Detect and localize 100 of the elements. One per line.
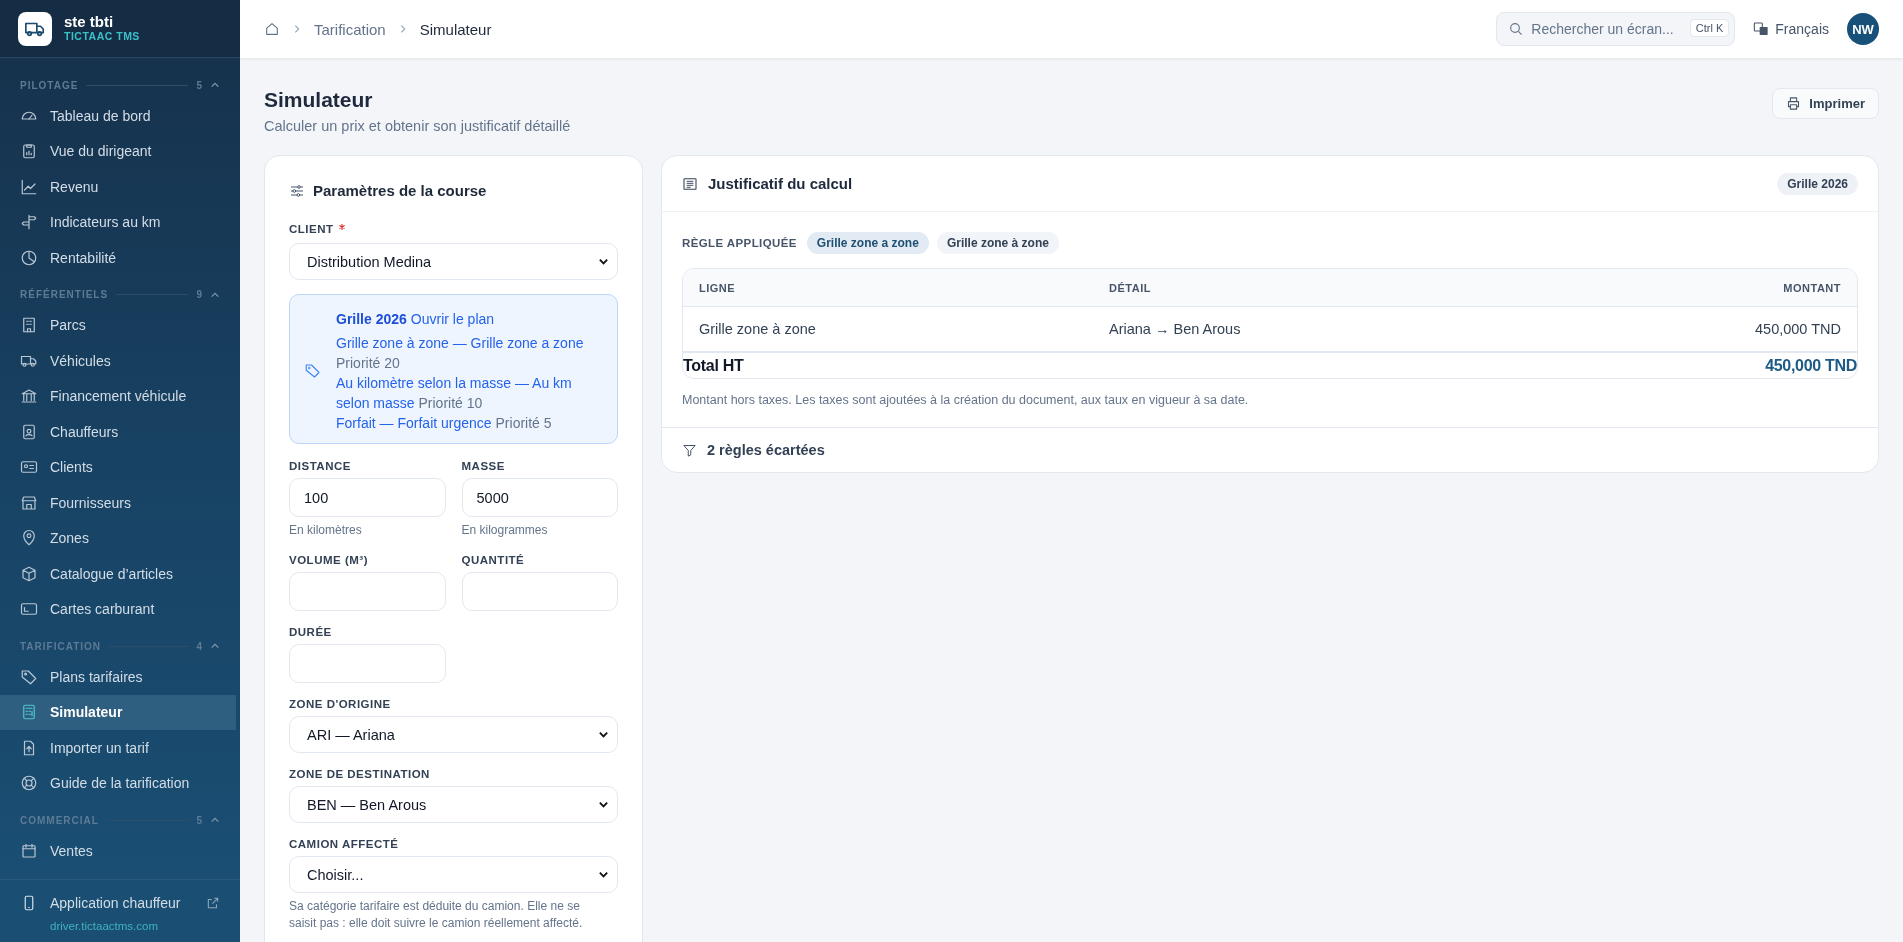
brand-name: ste tbti — [64, 14, 115, 31]
table-cell-text: Ariana → Ben Arous — [1108, 321, 1242, 337]
section-count: 4 — [196, 640, 202, 652]
field-hint: En kilomètres — [289, 522, 363, 539]
section-count: 5 — [196, 814, 202, 826]
section-count: 5 — [196, 79, 202, 91]
sidebar-item[interactable]: Indicateurs au km — [0, 204, 236, 240]
store-icon — [20, 493, 38, 512]
sidebar-item[interactable]: Vue du dirigeant — [0, 133, 236, 169]
client-select[interactable]: Distribution Medina — [289, 243, 618, 280]
printer-icon — [1786, 96, 1802, 111]
sidebar-item[interactable]: Rentabilité — [0, 240, 236, 276]
sidebar-item[interactable]: Chauffeurs — [0, 414, 236, 450]
total-label: Total HT — [683, 356, 745, 375]
external-link-icon — [206, 896, 220, 910]
dropdown-field[interactable]: ARI — Ariana — [289, 716, 618, 753]
field-hint: Sa catégorie tarifaire est déduite du camion. Elle ne se saisit pas : elle doit suivre le camion réellement affecté. — [289, 898, 584, 932]
sidebar-item[interactable]: Parcs — [0, 307, 236, 343]
field-label: DURÉE — [289, 626, 333, 638]
home-icon[interactable] — [264, 21, 280, 37]
pie-chart-icon — [20, 248, 38, 267]
brand-subtitle: TICTAAC TMS — [64, 30, 140, 43]
page-title: Simulateur — [264, 88, 374, 112]
sliders-icon — [289, 182, 305, 199]
sidebar-item[interactable]: Tableau de bord — [0, 98, 236, 134]
tags-icon — [304, 362, 322, 380]
open-plan-link[interactable]: Ouvrir le plan — [410, 309, 495, 329]
input-field[interactable]: 100 — [289, 478, 446, 517]
chevron-icon[interactable] — [210, 815, 220, 825]
chevron-icon[interactable] — [210, 80, 220, 90]
pricing-rule: Au kilomètre selon la masse — Au km selon masse Priorité 10 — [336, 374, 573, 413]
driver-app-url: driver.tictaactms.com — [49, 920, 159, 932]
sidebar-item[interactable]: Guide de la tarification — [0, 765, 236, 801]
language-menu[interactable]: Français — [1753, 21, 1829, 37]
sidebar-item[interactable]: Fournisseurs — [0, 485, 236, 521]
user-avatar[interactable]: NW — [1847, 13, 1879, 45]
sidebar-item[interactable]: Plans tarifaires — [0, 659, 236, 695]
field-hint: En kilogrammes — [461, 522, 549, 539]
page-subtitle: Calculer un prix et obtenir son justificatif détaillé — [264, 118, 571, 134]
box-icon — [20, 564, 38, 583]
chevron-down-icon — [598, 869, 609, 880]
input-field[interactable] — [289, 572, 446, 611]
shortcut-key: Ctrl K — [1689, 19, 1730, 37]
rule-tag: Grille zone à zone — [936, 232, 1059, 254]
field-label: CLIENT — [289, 223, 334, 235]
breadcrumb-link[interactable]: Simulateur — [419, 20, 492, 38]
field-label: MASSE — [461, 460, 506, 472]
input-field[interactable]: 5000 — [461, 478, 618, 517]
filter-icon — [682, 442, 697, 458]
dropdown-field[interactable]: BEN — Ben Arous — [289, 786, 618, 823]
sidebar-item[interactable]: Catalogue d’articles — [0, 556, 236, 592]
lifebuoy-icon — [20, 774, 38, 793]
chart-line-icon — [20, 177, 38, 196]
total-amount: 450,000 TND — [1764, 356, 1857, 375]
driver-app-link[interactable]: Application chauffeur — [20, 894, 220, 912]
dropdown-field[interactable]: Choisir... — [289, 856, 618, 893]
id-badge-icon — [20, 422, 38, 441]
sidebar-item[interactable]: Zones — [0, 520, 236, 556]
calendar-icon — [20, 841, 38, 860]
table-cell-text: Grille zone à zone — [698, 321, 817, 337]
applied-rule-label: RÈGLE APPLIQUÉE — [682, 237, 797, 249]
chevron-icon[interactable] — [210, 641, 220, 651]
plan-badge: Grille 2026 — [1777, 172, 1858, 195]
translate-icon — [1753, 21, 1770, 37]
input-field[interactable] — [289, 644, 446, 683]
field-label: VOLUME (M³) — [289, 554, 369, 566]
sidebar-item[interactable]: Simulateur — [0, 694, 236, 730]
section-title: TARIFICATION — [20, 640, 102, 652]
search-icon — [1508, 21, 1525, 37]
truck-logo-icon — [18, 11, 52, 46]
column-header: DÉTAIL — [1108, 281, 1152, 294]
sidebar-item[interactable]: Financement véhicule — [0, 378, 236, 414]
breadcrumb-link[interactable]: Tarification — [314, 20, 386, 38]
section-title: RÉFÉRENTIELS — [20, 289, 109, 300]
section-title: PILOTAGE — [20, 79, 79, 91]
column-header: MONTANT — [1782, 281, 1842, 294]
document-list-icon — [682, 175, 698, 192]
plan-name: Grille 2026 — [336, 310, 407, 329]
discarded-rules-toggle[interactable]: 2 règles écartées — [662, 427, 1878, 472]
calculator-icon — [20, 703, 38, 722]
section-title: COMMERCIAL — [20, 814, 99, 826]
sidebar-item[interactable]: Cartes carburant — [0, 591, 236, 627]
sidebar-item[interactable]: Ventes — [0, 833, 236, 869]
section-count: 9 — [196, 289, 202, 300]
location-pin-icon — [20, 529, 38, 548]
sidebar-item[interactable]: Revenu — [0, 169, 236, 205]
column-header: LIGNE — [698, 281, 737, 294]
sidebar-item[interactable]: Véhicules — [0, 343, 236, 379]
field-label: ZONE D'ORIGINE — [289, 698, 392, 710]
input-field[interactable] — [461, 572, 618, 611]
bank-icon — [20, 387, 38, 406]
sidebar-item[interactable]: Importer un tarif — [0, 730, 236, 766]
field-label: DISTANCE — [289, 460, 352, 472]
sidebar-item[interactable]: Clients — [0, 449, 236, 485]
clipboard-chart-icon — [20, 142, 38, 161]
print-button[interactable]: Imprimer — [1772, 88, 1879, 119]
pricing-rule: Forfait — Forfait urgence Priorité 5 — [336, 414, 553, 433]
tag-icon — [20, 667, 38, 686]
chevron-down-icon — [598, 729, 609, 740]
card-title: Justificatif du calcul — [708, 175, 853, 192]
